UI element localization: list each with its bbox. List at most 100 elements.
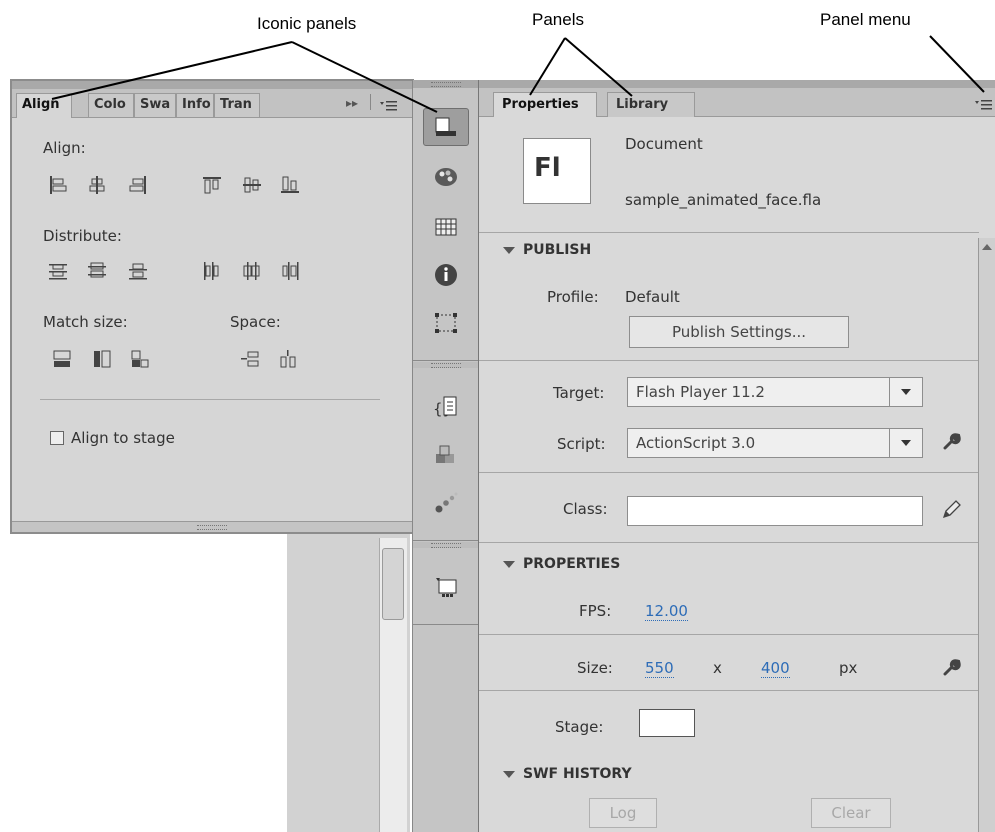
- match-height-icon[interactable]: [92, 349, 112, 369]
- checkbox-box[interactable]: [50, 431, 64, 445]
- tab-divider: [370, 94, 371, 110]
- dock-group-bar[interactable]: [413, 362, 479, 368]
- distribute-vertical-center-icon[interactable]: [87, 261, 107, 281]
- tab-properties[interactable]: Properties: [493, 92, 597, 117]
- motion-presets-icon[interactable]: [423, 484, 469, 522]
- profile-value: Default: [625, 288, 680, 306]
- expand-tabs-icon[interactable]: ▸▸: [346, 96, 358, 110]
- panel-menu-icon[interactable]: [975, 96, 993, 115]
- distribute-left-icon[interactable]: [202, 261, 222, 281]
- scroll-up-arrow-icon[interactable]: [979, 240, 995, 254]
- document-type: Document: [625, 135, 703, 153]
- panel-menu-icon[interactable]: [380, 97, 398, 116]
- dock-group-bar[interactable]: [413, 542, 479, 548]
- grip-icon[interactable]: [431, 363, 461, 368]
- info-icon[interactable]: [423, 256, 469, 294]
- properties-icon[interactable]: [423, 108, 469, 146]
- tab-color[interactable]: Colo: [88, 93, 134, 117]
- script-label: Script:: [557, 435, 606, 453]
- divider: [479, 472, 979, 473]
- grip-icon[interactable]: [431, 82, 461, 87]
- divider: [479, 542, 979, 543]
- wrench-icon[interactable]: [941, 658, 961, 682]
- align-label: Align:: [43, 139, 86, 157]
- file-name: sample_animated_face.fla: [625, 191, 822, 209]
- tab-transform[interactable]: Tran: [214, 93, 260, 117]
- divider: [40, 399, 380, 400]
- divider: [479, 232, 979, 233]
- distribute-horizontal-center-icon[interactable]: [242, 261, 262, 281]
- properties-scrollbar[interactable]: [978, 238, 995, 832]
- properties-panel: Properties Library Fl Document sample_an…: [478, 80, 995, 832]
- dock-separator: [413, 540, 479, 541]
- swf-history-header-label: SWF HISTORY: [523, 766, 632, 782]
- clear-button[interactable]: Clear: [811, 798, 891, 828]
- script-select[interactable]: ActionScript 3.0: [627, 428, 923, 458]
- class-label: Class:: [563, 500, 608, 518]
- space-evenly-vertically-icon[interactable]: [240, 349, 260, 369]
- align-horizontal-center-icon[interactable]: [87, 175, 107, 195]
- swf-history-section-header[interactable]: SWF HISTORY: [503, 766, 632, 782]
- wrench-icon[interactable]: [941, 432, 961, 456]
- properties-section-header[interactable]: PROPERTIES: [503, 556, 620, 572]
- height-value[interactable]: 400: [761, 659, 790, 678]
- fps-value[interactable]: 12.00: [645, 602, 688, 621]
- log-button[interactable]: Log: [589, 798, 657, 828]
- dropdown-arrow-icon[interactable]: [889, 429, 922, 457]
- panel-title-bar[interactable]: [12, 81, 412, 89]
- color-icon[interactable]: [423, 158, 469, 196]
- dock-title-bar[interactable]: [413, 80, 479, 88]
- space-evenly-horizontally-icon[interactable]: [278, 349, 298, 369]
- align-to-stage-label: Align to stage: [71, 429, 175, 447]
- distribute-top-icon[interactable]: [48, 261, 68, 281]
- callout-panels: Panels: [532, 10, 584, 29]
- dropdown-arrow-icon[interactable]: [889, 378, 922, 406]
- publish-header-label: PUBLISH: [523, 242, 592, 258]
- align-panel-tabs: Align Colo Swa Info Tran ▸▸: [12, 89, 412, 118]
- publish-settings-button[interactable]: Publish Settings...: [629, 316, 849, 348]
- target-value: Flash Player 11.2: [636, 383, 765, 401]
- swatches-icon[interactable]: [423, 208, 469, 246]
- callout-iconic-panels: Iconic panels: [257, 14, 357, 33]
- tab-info[interactable]: Info: [176, 93, 214, 117]
- distribute-bottom-icon[interactable]: [128, 261, 148, 281]
- grip-icon[interactable]: [197, 525, 227, 530]
- match-size-label: Match size:: [43, 313, 128, 331]
- width-value[interactable]: 550: [645, 659, 674, 678]
- profile-label: Profile:: [547, 288, 599, 306]
- match-width-icon[interactable]: [52, 349, 72, 369]
- stage-color-swatch[interactable]: [639, 709, 695, 737]
- library-icon[interactable]: [423, 568, 469, 606]
- pencil-icon[interactable]: [941, 498, 961, 524]
- target-select[interactable]: Flash Player 11.2: [627, 377, 923, 407]
- panel-title-bar[interactable]: [479, 80, 995, 88]
- match-width-and-height-icon[interactable]: [130, 349, 150, 369]
- properties-header-label: PROPERTIES: [523, 556, 621, 572]
- publish-section-header[interactable]: PUBLISH: [503, 242, 591, 258]
- document-scrollbar-thumb[interactable]: [382, 548, 404, 620]
- align-left-icon[interactable]: [48, 175, 68, 195]
- tab-align[interactable]: Align: [16, 93, 72, 118]
- size-label: Size:: [577, 659, 613, 677]
- collapse-triangle-icon: [503, 246, 515, 254]
- divider: [479, 634, 979, 635]
- properties-panel-tabs: Properties Library: [479, 88, 995, 117]
- align-vertical-center-icon[interactable]: [242, 175, 262, 195]
- tab-library[interactable]: Library: [607, 92, 695, 117]
- callout-panel-menu: Panel menu: [820, 10, 911, 29]
- grip-icon[interactable]: [431, 543, 461, 548]
- class-input[interactable]: [627, 496, 923, 526]
- panel-resize-bar[interactable]: [12, 521, 412, 532]
- distribute-right-icon[interactable]: [280, 261, 300, 281]
- actions-icon[interactable]: {}: [423, 388, 469, 426]
- align-top-icon[interactable]: [202, 175, 222, 195]
- align-right-icon[interactable]: [128, 175, 148, 195]
- components-icon[interactable]: [423, 436, 469, 474]
- align-bottom-icon[interactable]: [280, 175, 300, 195]
- align-to-stage-checkbox[interactable]: Align to stage: [50, 429, 175, 447]
- transform-icon[interactable]: [423, 304, 469, 342]
- tab-swatches[interactable]: Swa: [134, 93, 176, 117]
- stage-label: Stage:: [555, 718, 604, 736]
- align-panel: Align Colo Swa Info Tran ▸▸ Align: Distr…: [10, 79, 414, 534]
- size-separator: x: [713, 659, 722, 677]
